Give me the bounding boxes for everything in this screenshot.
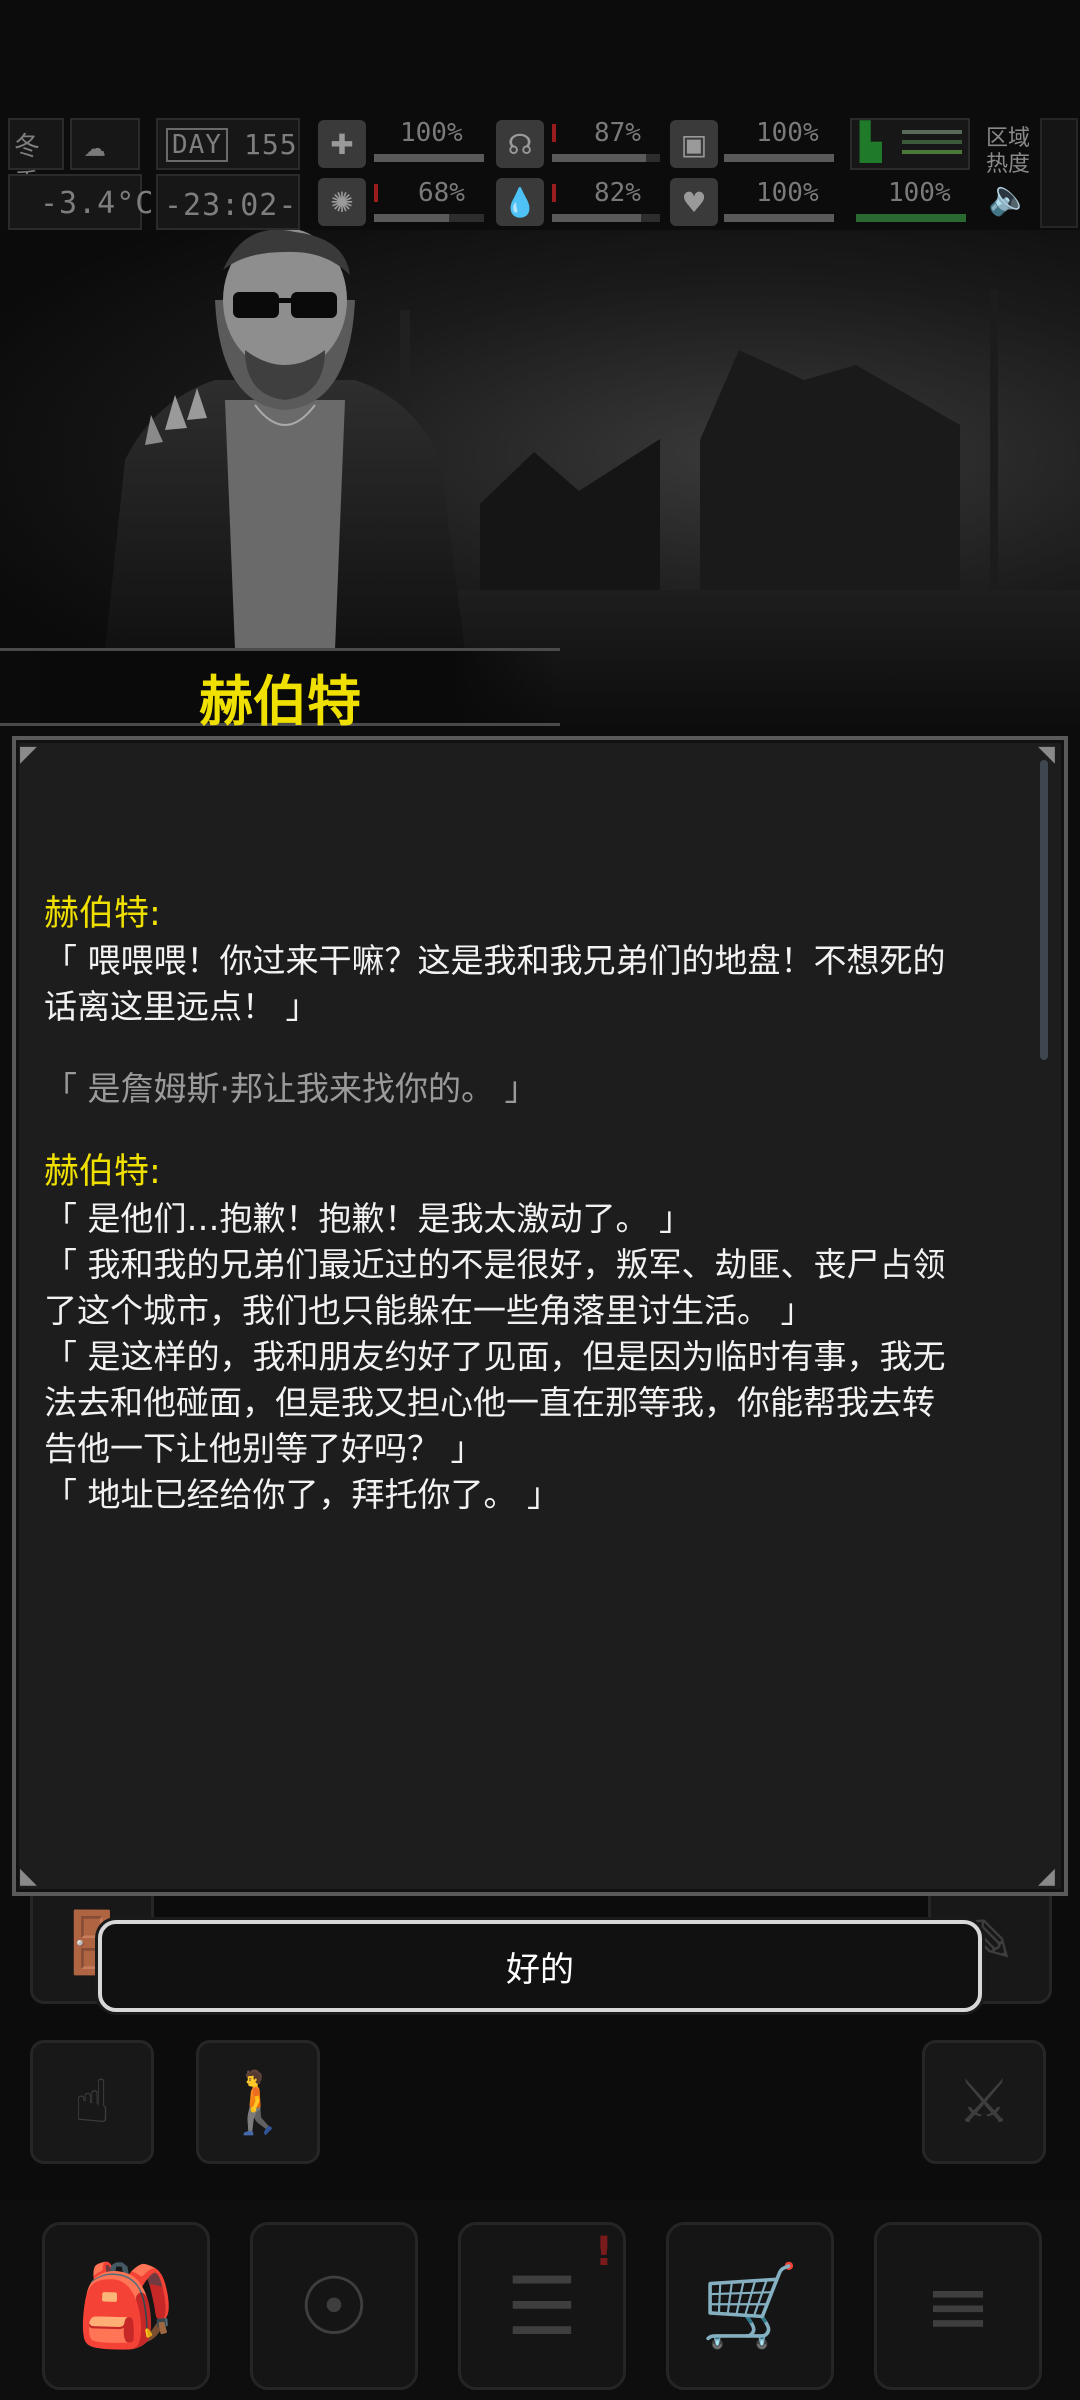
interact-button[interactable]: ☝ [30, 2040, 154, 2164]
stamina-value: 100% [888, 178, 951, 208]
skills-button[interactable]: ☉ [250, 2222, 418, 2390]
journal-icon: ☰ [506, 2259, 578, 2353]
cloud-moon-icon: ☁ [84, 124, 106, 165]
corner-ornament-icon: ◣ [20, 1864, 37, 1889]
alert-icon: ! [594, 2229, 613, 2275]
medkit-icon: ✚ [318, 120, 366, 168]
day-panel: DAY 155 [156, 118, 300, 170]
corner-ornament-icon: ◤ [20, 742, 37, 767]
hunger-alert-icon [552, 124, 556, 142]
dialog-line: 「 地址已经给你了，拜托你了。 」 [44, 1475, 560, 1514]
status-hud: 冬季 ☁ -3.4°C DAY 155 -23:02- ✚ 100% ☊ 87%… [0, 110, 1080, 230]
health-value: 100% [400, 118, 463, 148]
dialog-line: 「 喂喂喂！你过来干嘛？这是我和我兄弟们的地盘！不想死的 [44, 941, 946, 980]
season-panel[interactable]: 冬季 [8, 118, 64, 199]
armor-value: 100% [756, 118, 819, 148]
stamina-icon: ▙ [860, 122, 882, 163]
speaker-name: 赫伯特: [44, 1152, 161, 1192]
dialog-line: 话离这里远点！ 」 [44, 987, 319, 1026]
npc-name-plate: 赫伯特 [0, 648, 560, 733]
cart-icon: 🛒 [700, 2259, 800, 2352]
time-panel: -23:02- [156, 174, 300, 230]
health-bar [374, 154, 484, 162]
temperature-panel: -3.4°C [8, 174, 153, 230]
vitality-bar [724, 214, 834, 222]
player-reply: 「 是詹姆斯·邦让我来找你的。 」 [44, 1069, 538, 1108]
time-value: -23:02- [164, 188, 298, 223]
mood-value: 68% [418, 178, 465, 208]
stamina-panel: ▙ [850, 118, 970, 170]
day-number: 155 [244, 128, 298, 161]
speaker-name: 赫伯特: [44, 894, 161, 934]
dialog-transcript: 赫伯特: 「 喂喂喂！你过来干嘛？这是我和我兄弟们的地盘！不想死的 话离这里远点… [44, 890, 1034, 1518]
water-drop-icon: 💧 [496, 178, 544, 226]
thirst-bar [552, 214, 660, 222]
temperature-value: -3.4°C [40, 186, 155, 221]
side-panel-edge [1040, 118, 1078, 228]
corner-ornament-icon: ◢ [1038, 1864, 1055, 1889]
fight-button[interactable]: ⚔ [922, 2040, 1046, 2164]
vitality-value: 100% [756, 178, 819, 208]
thirst-alert-icon [552, 184, 556, 202]
npc-name: 赫伯特 [199, 670, 361, 733]
armor-bar [724, 154, 834, 162]
heart-icon: ♥ [670, 178, 718, 226]
armor-icon: ▣ [670, 120, 718, 168]
dialog-line: 法去和他碰面，但是我又担心他一直在那等我，你能帮我去转 [44, 1383, 935, 1422]
shop-button[interactable]: 🛒 [666, 2222, 834, 2390]
dialog-line: 「 是他们…抱歉！抱歉！是我太激动了。 」 [44, 1199, 692, 1238]
walk-icon: 🚶 [220, 2067, 296, 2138]
backpack-button[interactable]: 🎒 [42, 2222, 210, 2390]
region-heat-label-2: 热度 [986, 152, 1031, 177]
day-label: DAY [166, 128, 228, 162]
mood-bar [374, 214, 484, 222]
stomach-icon: ☊ [496, 120, 544, 168]
character-portrait [105, 230, 465, 650]
brain-icon: ☉ [298, 2259, 370, 2353]
walk-button[interactable]: 🚶 [196, 2040, 320, 2164]
journal-button[interactable]: ☰ ! [458, 2222, 626, 2390]
dialog-panel[interactable]: ◤ ◥ ◣ ◢ 赫伯特: 「 喂喂喂！你过来干嘛？这是我和我兄弟们的地盘！不想死… [12, 736, 1068, 1896]
menu-list-icon: ≡ [924, 2259, 992, 2353]
fight-icon: ⚔ [957, 2067, 1011, 2137]
dialog-line: 告他一下让他别等了好吗？ 」 [44, 1429, 484, 1468]
dialog-line: 了这个城市，我们也只能躲在一些角落里讨生活。 」 [44, 1291, 814, 1330]
brain-icon: ✺ [318, 178, 366, 226]
dialog-line: 「 是这样的，我和朋友约好了见面，但是因为临时有事，我无 [44, 1337, 946, 1376]
backpack-icon: 🎒 [76, 2259, 176, 2352]
dead-tree [990, 290, 998, 590]
main-menu-button[interactable]: ≡ [874, 2222, 1042, 2390]
weather-panel[interactable]: ☁ [70, 118, 140, 170]
mood-alert-icon [374, 184, 378, 202]
thirst-value: 82% [594, 178, 641, 208]
speaker-icon[interactable]: 🔈 [988, 178, 1030, 218]
stamina-bar [856, 214, 966, 222]
hunger-value: 87% [594, 118, 641, 148]
dialog-scrollbar[interactable] [1040, 760, 1048, 1060]
tap-gesture-icon: ☝ [73, 2067, 111, 2137]
hunger-bar [552, 154, 660, 162]
region-heat-panel[interactable]: 区域 热度 🔈 [982, 120, 1034, 230]
confirm-button[interactable]: 好的 [98, 1920, 982, 2012]
dialog-line: 「 我和我的兄弟们最近过的不是很好，叛军、劫匪、丧尸占领 [44, 1245, 946, 1284]
